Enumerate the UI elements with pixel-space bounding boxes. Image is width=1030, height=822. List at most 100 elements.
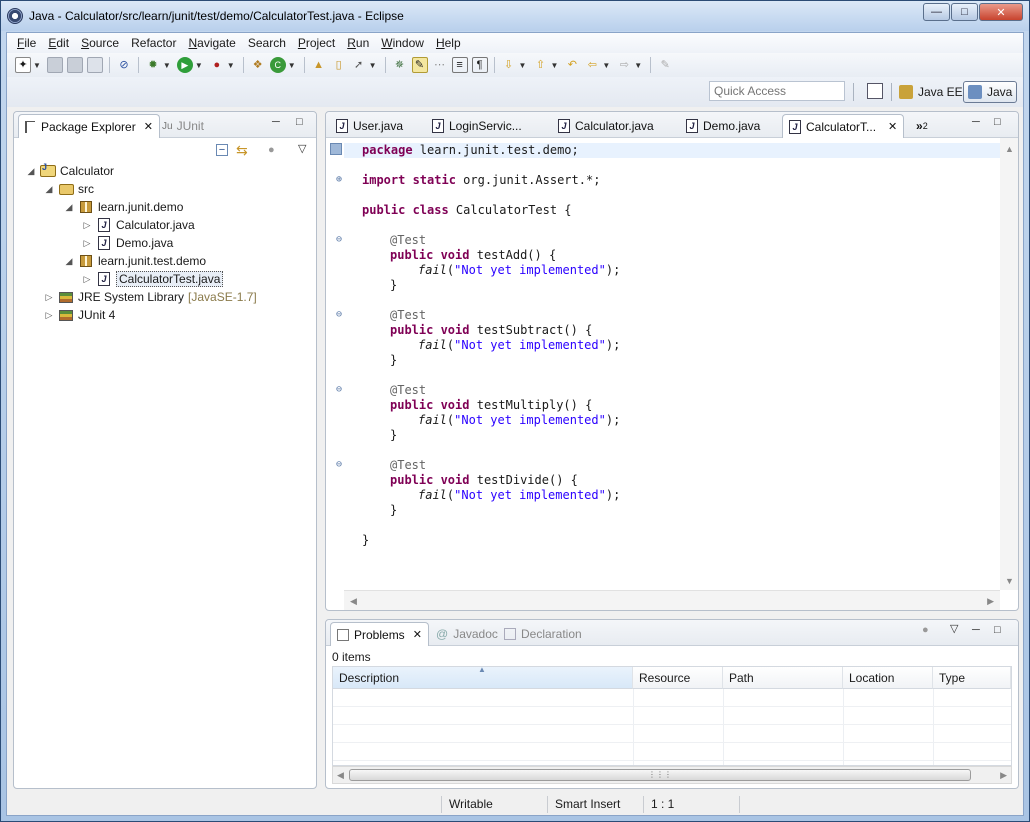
scroll-left-icon[interactable]: ◀ xyxy=(350,596,357,607)
fold-collapse-icon[interactable]: ⊖ xyxy=(336,235,346,245)
collapse-all-icon[interactable]: − xyxy=(216,144,228,156)
view-menu-icon[interactable]: ▽ xyxy=(950,622,958,635)
back-icon[interactable]: ⇦ xyxy=(584,57,600,73)
open-perspective-icon[interactable] xyxy=(867,83,883,99)
collapsed-arrow-icon[interactable]: ▷ xyxy=(82,238,92,249)
maximize-button[interactable]: □ xyxy=(951,3,978,21)
tree-node[interactable]: ▷ JRE System Library [JavaSE-1.7] xyxy=(44,288,257,306)
save-icon[interactable] xyxy=(46,57,63,73)
tree-node[interactable]: ◢ Calculator xyxy=(26,162,115,180)
new-dropdown-icon[interactable]: ▼ xyxy=(33,61,41,70)
toggle-mark-occurrences-icon[interactable]: ✵ xyxy=(392,57,408,73)
maximize-editor-icon[interactable]: □ xyxy=(994,116,1001,128)
menu-project[interactable]: Project xyxy=(292,36,341,50)
open-folder-icon[interactable]: ▯ xyxy=(331,57,347,73)
fold-collapse-icon[interactable]: ⊖ xyxy=(336,310,346,320)
new-icon[interactable]: ✦ xyxy=(15,57,31,73)
back-dropdown-icon[interactable]: ▼ xyxy=(602,61,610,70)
search-icon[interactable]: ➚ xyxy=(351,57,367,73)
tab-problems[interactable]: Problems ✕ xyxy=(330,622,429,646)
new-class-dropdown-icon[interactable]: ▼ xyxy=(288,61,296,70)
tree-node[interactable]: ▷ J Demo.java xyxy=(82,234,173,252)
column-description[interactable]: Description ▲ xyxy=(333,665,633,689)
problems-horizontal-scrollbar[interactable]: ◀ ⋮⋮⋮ ▶ xyxy=(332,766,1012,784)
column-type[interactable]: Type xyxy=(933,667,1011,689)
print-icon[interactable] xyxy=(86,57,103,73)
scroll-left-icon[interactable]: ◀ xyxy=(337,770,344,781)
quick-access-input[interactable] xyxy=(709,81,845,101)
menu-refactor[interactable]: Refactor xyxy=(125,36,182,50)
editor-tab[interactable]: J LoginServic... xyxy=(426,114,528,138)
close-tab-icon[interactable]: ✕ xyxy=(413,628,422,641)
collapsed-arrow-icon[interactable]: ▷ xyxy=(44,310,54,321)
scroll-down-icon[interactable]: ▼ xyxy=(1005,576,1014,586)
close-tab-icon[interactable]: ✕ xyxy=(888,120,897,133)
editor-tab[interactable]: J User.java xyxy=(330,114,409,138)
close-button[interactable]: ✕ xyxy=(979,3,1023,21)
pin-editor-icon[interactable]: ✎ xyxy=(657,57,673,73)
tree-node[interactable]: ◢ learn.junit.test.demo xyxy=(64,252,207,270)
tab-package-explorer[interactable]: Package Explorer ✕ xyxy=(18,114,160,138)
scrollbar-thumb[interactable]: ⋮⋮⋮ xyxy=(349,769,971,781)
menu-run[interactable]: Run xyxy=(341,36,375,50)
forward-dropdown-icon[interactable]: ▼ xyxy=(634,61,642,70)
scroll-right-icon[interactable]: ▶ xyxy=(1000,770,1007,781)
minimize-view-icon[interactable]: ─ xyxy=(972,624,980,636)
scroll-right-icon[interactable]: ▶ xyxy=(987,596,994,607)
next-annotation-dropdown-icon[interactable]: ▼ xyxy=(519,61,527,70)
coverage-icon[interactable]: ● xyxy=(209,57,225,73)
vertical-scrollbar[interactable]: ▲ ▼ xyxy=(1000,138,1018,590)
new-java-class-icon[interactable]: C xyxy=(269,57,286,73)
save-all-icon[interactable] xyxy=(66,57,83,73)
expanded-arrow-icon[interactable]: ◢ xyxy=(64,202,74,213)
editor-tab[interactable]: J Calculator.java xyxy=(552,114,660,138)
maximize-view-icon[interactable]: □ xyxy=(296,116,303,128)
view-menu-options-icon[interactable]: ● xyxy=(268,144,275,156)
tab-declaration[interactable]: Declaration xyxy=(498,622,588,646)
next-annotation-icon[interactable]: ⇩ xyxy=(501,57,517,73)
new-java-package-icon[interactable]: ❖ xyxy=(250,57,266,73)
menu-search[interactable]: Search xyxy=(242,36,292,50)
previous-annotation-icon[interactable]: ⇧ xyxy=(532,57,548,73)
forward-icon[interactable]: ⇨ xyxy=(616,57,632,73)
fold-collapse-icon[interactable]: ⊖ xyxy=(336,460,346,470)
editor-tab[interactable]: J Demo.java xyxy=(680,114,766,138)
minimize-editor-icon[interactable]: ─ xyxy=(972,116,980,128)
expanded-arrow-icon[interactable]: ◢ xyxy=(64,256,74,267)
menu-edit[interactable]: Edit xyxy=(42,36,75,50)
tree-node[interactable]: ▷ J Calculator.java xyxy=(82,216,195,234)
coverage-dropdown-icon[interactable]: ▼ xyxy=(227,61,235,70)
tab-junit[interactable]: Ju JUnit xyxy=(156,114,210,138)
maximize-view-icon[interactable]: □ xyxy=(994,624,1001,636)
tree-node[interactable]: ◢ src xyxy=(44,180,94,198)
perspective-java[interactable]: Java xyxy=(963,81,1018,103)
expanded-arrow-icon[interactable]: ◢ xyxy=(44,184,54,195)
debug-dropdown-icon[interactable]: ▼ xyxy=(163,61,171,70)
column-location[interactable]: Location xyxy=(843,667,933,689)
run-dropdown-icon[interactable]: ▼ xyxy=(195,61,203,70)
column-resource[interactable]: Resource xyxy=(633,667,723,689)
minimize-button[interactable]: — xyxy=(923,3,950,21)
tree-node[interactable]: ◢ learn.junit.demo xyxy=(64,198,184,216)
highlight-icon[interactable]: ✎ xyxy=(411,57,428,73)
menu-source[interactable]: Source xyxy=(75,36,125,50)
horizontal-scrollbar[interactable]: ◀ ▶ xyxy=(344,590,1000,610)
menu-file[interactable]: File xyxy=(11,36,42,50)
search-dropdown-icon[interactable]: ▼ xyxy=(369,61,377,70)
editor-tab[interactable]: J CalculatorT... ✕ xyxy=(782,114,905,138)
show-whitespace-icon[interactable]: ¶ xyxy=(471,57,488,73)
debug-icon[interactable]: ✹ xyxy=(145,57,161,73)
show-source-icon[interactable]: ≡ xyxy=(451,57,468,73)
fold-expand-icon[interactable]: ⊕ xyxy=(336,175,346,185)
collapsed-arrow-icon[interactable]: ▷ xyxy=(82,274,92,285)
column-path[interactable]: Path xyxy=(723,667,843,689)
last-edit-location-icon[interactable]: ↶ xyxy=(564,57,580,73)
code-editor[interactable]: package learn.junit.test.demo; import sta… xyxy=(336,138,1000,590)
perspective-java-ee[interactable]: Java EE xyxy=(895,81,967,103)
link-with-editor-icon[interactable]: ⇆ xyxy=(236,142,248,159)
block-selection-icon[interactable]: ⋯ xyxy=(432,57,448,73)
menu-window[interactable]: Window xyxy=(375,36,430,50)
expanded-arrow-icon[interactable]: ◢ xyxy=(26,166,36,177)
tree-node[interactable]: ▷ J CalculatorTest.java xyxy=(82,270,224,288)
tree-node[interactable]: ▷ JUnit 4 xyxy=(44,306,116,324)
